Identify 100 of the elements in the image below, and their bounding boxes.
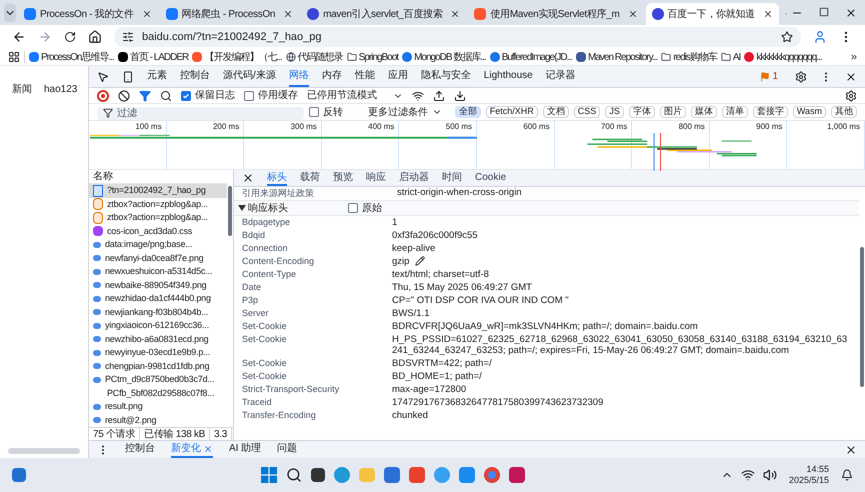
filter-icon[interactable] (139, 90, 151, 102)
type-filter-chip[interactable]: JS (605, 106, 624, 118)
bookmark[interactable]: ProcessOn思维导... (29, 50, 114, 64)
detail-tab[interactable]: 响应 (366, 170, 386, 186)
request-row[interactable]: newjiankang-f03b804b4b... (89, 306, 227, 319)
ide-icon[interactable] (509, 467, 526, 483)
app-icon[interactable] (459, 467, 476, 483)
bookmark-star-icon[interactable] (781, 31, 793, 43)
restore-icon[interactable] (819, 7, 829, 17)
bookmark[interactable]: SpringBoot (346, 50, 398, 64)
edge-icon[interactable] (334, 467, 350, 483)
bookmark[interactable]: 代码随想录 (286, 50, 343, 64)
profile-icon[interactable] (813, 30, 827, 44)
devtools-tab[interactable]: Lighthouse (484, 66, 533, 87)
bookmark[interactable]: kkkkkkkqqqqqqq... (744, 50, 822, 64)
browser-tab[interactable]: maven引入servlet_百度搜索 (301, 3, 466, 25)
throttling-dropdown[interactable]: 已停用节流模式 (307, 88, 403, 103)
checkbox[interactable] (244, 90, 254, 100)
request-row[interactable]: newfanyi-da0cea8f7e.png (89, 252, 227, 265)
request-row[interactable]: ztbox?action=zpblog&ap... (89, 198, 227, 211)
forward-icon[interactable] (38, 30, 52, 44)
chrome-icon[interactable] (484, 467, 500, 483)
expand-caret-icon[interactable] (238, 204, 246, 212)
export-icon[interactable] (454, 90, 466, 102)
back-icon[interactable] (12, 30, 26, 44)
checkbox[interactable] (308, 107, 319, 117)
close-icon[interactable] (845, 70, 857, 82)
bookmark[interactable]: AI (720, 50, 740, 64)
devtools-tab[interactable]: 网络 (288, 66, 309, 87)
type-filter-chip[interactable]: Wasm (792, 106, 826, 118)
close-icon[interactable] (762, 9, 773, 19)
type-filter-chip[interactable]: Fetch/XHR (486, 106, 538, 118)
request-row[interactable]: ztbox?action=zpblog&ap... (89, 211, 227, 224)
request-row[interactable]: newzhibo-a6a0831ecd.png (89, 332, 227, 346)
bookmark[interactable]: 首页 - LADDER (118, 50, 188, 64)
request-row[interactable]: data:image/png;base... (89, 238, 227, 252)
request-row[interactable]: newxueshuicon-a5314d5c... (89, 265, 227, 278)
bookmark[interactable]: redis购物车 (661, 50, 717, 64)
type-filter-chip[interactable]: 媒体 (690, 106, 717, 118)
start-icon[interactable] (261, 467, 278, 483)
detail-tab[interactable]: 时间 (442, 170, 462, 186)
type-filter-chip[interactable]: 字体 (628, 106, 655, 118)
drawer-tab[interactable]: 控制台 (125, 441, 155, 458)
home-icon[interactable] (88, 30, 102, 44)
type-filter-chip[interactable]: CSS (574, 106, 600, 118)
type-filter-chip[interactable]: 文档 (542, 106, 569, 118)
settings-icon[interactable] (795, 70, 807, 82)
detail-tab[interactable]: Cookie (475, 170, 506, 186)
devtools-tab[interactable]: 源代码/来源 (223, 66, 276, 87)
device-toolbar-icon[interactable] (122, 70, 134, 82)
bookmark[interactable]: BufferedImage(JD... (490, 50, 572, 64)
filter-field[interactable]: 过滤 (97, 106, 304, 120)
devtools-tab[interactable]: 控制台 (180, 66, 210, 87)
type-filter-chip[interactable]: 其他 (831, 106, 857, 118)
type-filter-chip[interactable]: 图片 (660, 106, 686, 118)
import-icon[interactable] (433, 90, 445, 102)
browser-tab[interactable]: 网络爬虫 - ProcessOn (160, 3, 300, 25)
edit-icon[interactable] (415, 256, 426, 266)
request-row[interactable]: cos-icon_acd3da0.css (89, 224, 227, 238)
browser-tab[interactable]: 百度一下，你就知道 (646, 3, 779, 25)
notification-icon[interactable] (841, 469, 853, 481)
close-icon[interactable] (845, 7, 857, 19)
checkbox[interactable] (181, 90, 191, 100)
more-bookmarks-button[interactable]: » (850, 48, 857, 66)
issues-badge[interactable]: 1 (756, 69, 782, 84)
devtools-tab[interactable]: 元素 (147, 66, 167, 87)
request-row[interactable]: PCfb_5bf082d29588c07f8... (89, 386, 227, 400)
type-filter-chip[interactable]: 套接字 (752, 106, 788, 118)
devtools-tab[interactable]: 内存 (322, 66, 342, 87)
devtools-tab[interactable]: 记录器 (546, 66, 576, 87)
search-icon[interactable] (286, 467, 302, 483)
section-header[interactable]: 响应标头 原始 (234, 200, 859, 216)
detail-tab[interactable]: 载荷 (300, 170, 320, 186)
settings-icon[interactable] (845, 90, 857, 102)
type-filter-chip[interactable]: 全部 (454, 106, 481, 118)
request-row[interactable]: result@2.png (89, 414, 227, 427)
tab-search-button[interactable] (4, 4, 16, 22)
address-bar[interactable]: baidu.com/?tn=21002492_7_hao_pg (114, 27, 801, 47)
clear-icon[interactable] (118, 90, 130, 102)
wps-icon[interactable] (409, 467, 426, 483)
request-row[interactable]: newbaike-889054f349.png (89, 278, 227, 292)
request-row[interactable]: ?tn=21002492_7_hao_pg (89, 184, 227, 198)
close-icon[interactable] (845, 444, 857, 456)
request-row[interactable]: newzhidao-da1cf444b0.png (89, 292, 227, 306)
detail-tab[interactable]: 预览 (333, 170, 353, 186)
page-link[interactable]: 新闻 (12, 82, 32, 97)
bookmark[interactable]: MongoDB 数据库... (402, 50, 486, 64)
more-filters-dropdown[interactable]: 更多过滤条件 (368, 104, 442, 120)
scrollbar-thumb[interactable] (228, 186, 232, 236)
browser-tab[interactable]: ProcessOn - 我的文件 (18, 3, 158, 25)
close-icon[interactable] (242, 172, 254, 184)
request-row[interactable]: newyinyue-03ecd1e9b9.p... (89, 346, 227, 360)
detail-tab[interactable]: 标头 (267, 170, 287, 186)
close-icon[interactable] (283, 9, 294, 19)
request-row[interactable]: PCtm_d9c8750bed0b3c7d... (89, 373, 227, 386)
devtools-tab[interactable]: 隐私与安全 (420, 66, 471, 87)
task-view-icon[interactable] (311, 468, 326, 482)
bookmark[interactable]: 【开发编程】（七... (192, 50, 282, 64)
wifi-icon[interactable] (740, 468, 755, 482)
request-row[interactable]: yingxiaoicon-612169cc36... (89, 319, 227, 332)
